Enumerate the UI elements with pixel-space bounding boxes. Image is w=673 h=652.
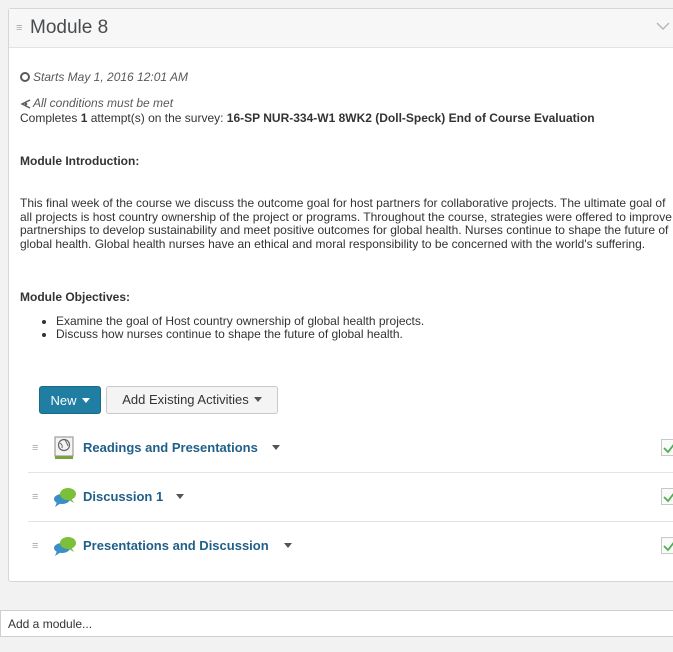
completion-checkbox[interactable]	[661, 488, 673, 505]
module-panel: ≡ Module 8 Starts May 1, 2016 12:01 AM A…	[8, 8, 673, 582]
add-existing-activities-button[interactable]: Add Existing Activities	[106, 386, 278, 414]
objectives-heading: Module Objectives:	[20, 290, 131, 304]
caret-down-icon[interactable]	[176, 489, 184, 507]
conditions-text: All conditions must be met	[33, 96, 174, 110]
start-date-text: Starts May 1, 2016 12:01 AM	[33, 70, 188, 84]
start-date: Starts May 1, 2016 12:01 AM	[20, 70, 188, 84]
item-title-link[interactable]: Presentations and Discussion	[83, 538, 269, 553]
objective-item: Discuss how nurses continue to shape the…	[56, 328, 424, 341]
checkmark-icon	[663, 444, 673, 454]
release-conditions: All conditions must be met	[20, 96, 173, 110]
completion-checkbox[interactable]	[661, 439, 673, 456]
intro-paragraph: This final week of the course we discuss…	[20, 196, 672, 251]
discussion-icon	[54, 537, 76, 556]
caret-down-icon[interactable]	[284, 538, 292, 556]
checkmark-icon	[663, 542, 673, 552]
list-item[interactable]: ≡ Discussion 1	[28, 473, 673, 522]
list-item[interactable]: ≡ Presentations and Discussion	[28, 522, 673, 571]
drag-handle-icon[interactable]: ≡	[32, 492, 38, 503]
discussion-icon	[54, 488, 76, 507]
checkmark-icon	[663, 493, 673, 503]
list-item[interactable]: ≡ Readings and Presentations	[28, 424, 673, 473]
caret-down-icon[interactable]	[272, 440, 280, 458]
caret-down-icon	[81, 398, 90, 404]
new-button-label: New	[50, 393, 77, 408]
chevron-down-icon[interactable]	[656, 19, 670, 33]
completes-survey: 16-SP NUR-334-W1 8WK2 (Doll-Speck) End o…	[226, 111, 595, 125]
drag-handle-icon[interactable]: ≡	[32, 443, 38, 454]
drag-handle-icon[interactable]: ≡	[32, 541, 38, 552]
conditions-icon	[20, 99, 31, 109]
completion-checkbox[interactable]	[661, 537, 673, 554]
completes-mid: attempt(s) on the survey:	[87, 111, 227, 125]
caret-down-icon	[253, 397, 262, 403]
completes-prefix: Completes	[20, 111, 81, 125]
module-title: Module 8	[30, 17, 109, 38]
new-button[interactable]: New	[39, 386, 101, 414]
completion-condition: Completes 1 attempt(s) on the survey: 16…	[20, 111, 595, 125]
module-header[interactable]: ≡ Module 8	[9, 9, 673, 48]
item-title-link[interactable]: Discussion 1	[83, 489, 163, 504]
add-module-input[interactable]: Add a module...	[0, 610, 673, 637]
drag-handle-icon[interactable]: ≡	[16, 23, 22, 34]
objectives-list: Examine the goal of Host country ownersh…	[42, 315, 424, 341]
add-existing-label: Add Existing Activities	[122, 392, 249, 407]
html-document-icon	[54, 436, 74, 459]
clock-icon	[20, 72, 30, 82]
add-module-placeholder: Add a module...	[8, 617, 93, 631]
item-title-link[interactable]: Readings and Presentations	[83, 440, 258, 455]
intro-heading: Module Introduction:	[20, 154, 140, 168]
